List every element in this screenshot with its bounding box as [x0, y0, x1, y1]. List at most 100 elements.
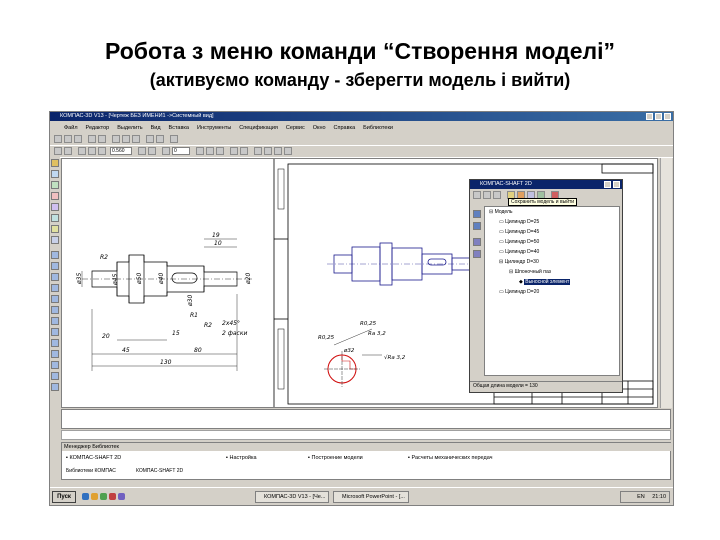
shaft-side-outer-icon[interactable]: [473, 210, 481, 218]
menu-libraries[interactable]: Библиотеки: [359, 125, 397, 131]
tree-item-cyl-20[interactable]: ▭ Цилиндр D=20: [499, 289, 539, 295]
tree-item-keyway[interactable]: ⊟ Шпоночный паз: [509, 269, 551, 275]
quicklaunch-kompas-icon[interactable]: [118, 493, 125, 500]
redo-icon[interactable]: [156, 135, 164, 143]
new-icon[interactable]: [54, 135, 62, 143]
tree-item-cyl-40[interactable]: ▭ Цилиндр D=40: [499, 249, 539, 255]
tab-kompas-shaft[interactable]: КОМПАС-SHAFT 2D: [136, 467, 183, 475]
cut-icon[interactable]: [112, 135, 120, 143]
tree-item-cyl-30[interactable]: ⊟ Цилиндр D=30: [499, 259, 539, 265]
vertical-scrollbar[interactable]: [660, 158, 672, 408]
arrow-icon[interactable]: [264, 147, 272, 155]
print-icon[interactable]: [88, 135, 96, 143]
quicklaunch-app-icon[interactable]: [100, 493, 107, 500]
menu-editor[interactable]: Редактор: [82, 125, 114, 131]
tree-item-cyl-25[interactable]: ▭ Цилиндр D=25: [499, 219, 539, 225]
language-indicator[interactable]: EN: [637, 494, 645, 500]
shaft-side-inner-icon[interactable]: [473, 222, 481, 230]
shaft-minimize-button[interactable]: [604, 181, 611, 188]
lib-row-settings[interactable]: ▪ Настройка: [226, 454, 257, 462]
properties-icon[interactable]: [240, 147, 248, 155]
hatch-tool-icon[interactable]: [51, 339, 59, 347]
dimensions-icon[interactable]: [51, 170, 59, 178]
lib-row-build-model[interactable]: ▪ Построение модели: [308, 454, 363, 462]
scale-field[interactable]: 0.560: [110, 147, 132, 155]
task-powerpoint[interactable]: Microsoft PowerPoint - [...: [333, 491, 409, 503]
edit-icon[interactable]: [51, 192, 59, 200]
undo-icon[interactable]: [146, 135, 154, 143]
spline-icon[interactable]: [51, 306, 59, 314]
menu-service[interactable]: Сервис: [282, 125, 309, 131]
shaft-close-button[interactable]: [613, 181, 620, 188]
quicklaunch-ie-icon[interactable]: [82, 493, 89, 500]
tree-item-cyl-45[interactable]: ▭ Цилиндр D=45: [499, 229, 539, 235]
zoom-window-icon[interactable]: [98, 147, 106, 155]
manager-icon[interactable]: [54, 147, 62, 155]
drawing-canvas[interactable]: R2 ø35 ø45 ø50 ø40 ø30 ø20 R2 R1 19 10 2…: [61, 158, 658, 408]
shaft-new-icon[interactable]: [473, 191, 481, 199]
save-icon[interactable]: [74, 135, 82, 143]
minimize-button[interactable]: [646, 113, 653, 120]
tree-item-model[interactable]: ⊟ Модель: [489, 209, 513, 215]
quicklaunch-folder-icon[interactable]: [91, 493, 98, 500]
zoom-out-icon[interactable]: [88, 147, 96, 155]
menu-specification[interactable]: Спецификация: [235, 125, 282, 131]
layers-icon[interactable]: [64, 147, 72, 155]
refresh-icon[interactable]: [148, 147, 156, 155]
offset-icon[interactable]: [51, 383, 59, 391]
menu-tools[interactable]: Инструменты: [193, 125, 235, 131]
grid-icon[interactable]: [196, 147, 204, 155]
symbols-icon[interactable]: [51, 181, 59, 189]
tree-item-cyl-50[interactable]: ▭ Цилиндр D=50: [499, 239, 539, 245]
measure-tool-icon[interactable]: [51, 214, 59, 222]
line-icon[interactable]: [51, 251, 59, 259]
pan-icon[interactable]: [138, 147, 146, 155]
tab-kompas-libraries[interactable]: Библиотеки КОМПАС: [66, 467, 116, 475]
dimension-icon[interactable]: [284, 147, 292, 155]
spec-icon[interactable]: [51, 236, 59, 244]
lib-row-gear-calc[interactable]: ▪ Расчеты механических передач: [408, 454, 493, 462]
tree-item-detail-element[interactable]: ◆ Выносной элемент: [519, 279, 571, 285]
close-button[interactable]: [664, 113, 671, 120]
axis-icon[interactable]: [51, 361, 59, 369]
menu-window[interactable]: Окно: [309, 125, 330, 131]
shaft-save-icon[interactable]: [493, 191, 501, 199]
menu-help[interactable]: Справка: [330, 125, 360, 131]
arc-icon[interactable]: [51, 273, 59, 281]
contour-icon[interactable]: [51, 372, 59, 380]
measure-icon[interactable]: [230, 147, 238, 155]
quicklaunch-media-icon[interactable]: [109, 493, 116, 500]
lib-row-shaft[interactable]: ▪ КОМПАС-SHAFT 2D: [66, 454, 121, 462]
preview-icon[interactable]: [98, 135, 106, 143]
select-icon[interactable]: [51, 225, 59, 233]
polygon-icon[interactable]: [51, 295, 59, 303]
text-icon[interactable]: [274, 147, 282, 155]
task-kompas[interactable]: КОМПАС-3D V13 - [Че...: [255, 491, 329, 503]
menu-file[interactable]: Файл: [50, 125, 82, 131]
hatch-icon[interactable]: [254, 147, 262, 155]
rectangle-icon[interactable]: [51, 284, 59, 292]
open-icon[interactable]: [64, 135, 72, 143]
shaft-open-icon[interactable]: [483, 191, 491, 199]
layer-icon[interactable]: [162, 147, 170, 155]
start-button[interactable]: Пуск: [52, 491, 76, 503]
shaft-side-element-icon[interactable]: [473, 250, 481, 258]
help-icon[interactable]: [170, 135, 178, 143]
fillet-icon[interactable]: [51, 317, 59, 325]
menu-select[interactable]: Выделить: [113, 125, 146, 131]
snap-icon[interactable]: [216, 147, 224, 155]
zoom-in-icon[interactable]: [78, 147, 86, 155]
menu-insert[interactable]: Вставка: [165, 125, 193, 131]
menu-view[interactable]: Вид: [147, 125, 165, 131]
paste-icon[interactable]: [132, 135, 140, 143]
circle-icon[interactable]: [51, 262, 59, 270]
geometry-icon[interactable]: [51, 159, 59, 167]
shaft-side-step-icon[interactable]: [473, 238, 481, 246]
chamfer-icon[interactable]: [51, 328, 59, 336]
maximize-button[interactable]: [655, 113, 662, 120]
copy-icon[interactable]: [122, 135, 130, 143]
ortho-icon[interactable]: [206, 147, 214, 155]
parametrize-icon[interactable]: [51, 203, 59, 211]
point-icon[interactable]: [51, 350, 59, 358]
layer-field[interactable]: 0: [172, 147, 190, 155]
